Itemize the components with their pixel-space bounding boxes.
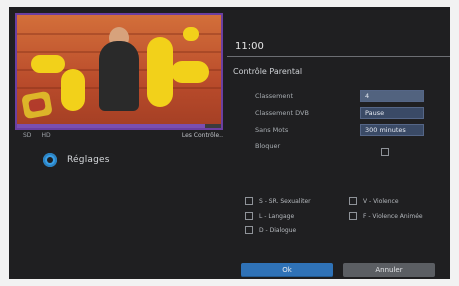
category-s[interactable]: S - SR. Sexualiter <box>245 197 311 205</box>
label-classement: Classement <box>255 92 294 100</box>
gear-icon <box>43 153 57 167</box>
checkbox[interactable] <box>245 197 253 205</box>
row-bloquer[interactable]: Bloquer <box>255 140 445 156</box>
balloon <box>147 37 173 107</box>
ok-button[interactable]: Ok <box>241 263 333 277</box>
row-classement-dvb[interactable]: Classement DVB Pause <box>255 107 445 121</box>
category-v[interactable]: V - Violence <box>349 197 399 205</box>
playback-progress <box>17 124 221 128</box>
video-preview <box>15 13 223 130</box>
category-label: D - Dialogue <box>259 226 297 234</box>
balloon <box>61 69 85 111</box>
channel-title: Les Contrôle.. <box>181 132 223 139</box>
category-label: L - Langage <box>259 212 295 220</box>
tv-screen: SD HD Les Contrôle.. Réglages 11:00 Cont… <box>9 7 450 279</box>
settings-section[interactable]: Réglages <box>43 153 110 167</box>
cancel-button[interactable]: Annuler <box>343 263 435 277</box>
category-d[interactable]: D - Dialogue <box>245 226 296 234</box>
balloon <box>171 61 209 83</box>
field-classement-dvb[interactable]: Pause <box>360 107 424 119</box>
checkbox[interactable] <box>245 226 253 234</box>
category-l[interactable]: L - Langage <box>245 212 294 220</box>
divider <box>227 56 450 57</box>
label-classement-dvb: Classement DVB <box>255 109 309 117</box>
label-bloquer: Bloquer <box>255 142 281 150</box>
time-label: 11:00 <box>235 41 264 52</box>
category-label: V - Violence <box>363 197 399 205</box>
balloon <box>183 27 199 41</box>
category-label: S - SR. Sexualiter <box>259 197 311 205</box>
bloquer-checkbox[interactable] <box>381 141 389 160</box>
checkbox[interactable] <box>349 212 357 220</box>
row-sans-mots[interactable]: Sans Mots 300 minutes <box>255 124 445 138</box>
person-body <box>99 41 139 111</box>
info-hd: HD <box>41 132 51 139</box>
channel-info-line: SD HD Les Contrôle.. <box>23 132 223 139</box>
field-sans-mots[interactable]: 300 minutes <box>360 124 424 136</box>
checkbox[interactable] <box>349 197 357 205</box>
row-classement[interactable]: Classement 4 <box>255 90 445 104</box>
parental-control-panel: 11:00 Contrôle Parental Classement 4 Cla… <box>227 7 450 279</box>
balloon <box>31 55 65 73</box>
panel-title: Contrôle Parental <box>233 67 303 76</box>
category-label: F - Violence Animée <box>363 212 423 220</box>
channel-logo <box>21 90 53 120</box>
checkbox[interactable] <box>245 212 253 220</box>
info-sd: SD <box>23 132 32 139</box>
settings-label: Réglages <box>67 155 110 165</box>
field-classement[interactable]: 4 <box>360 90 424 102</box>
playback-progress-fill <box>17 124 205 128</box>
checkbox[interactable] <box>381 148 389 156</box>
category-f[interactable]: F - Violence Animée <box>349 212 423 220</box>
label-sans-mots: Sans Mots <box>255 126 289 134</box>
